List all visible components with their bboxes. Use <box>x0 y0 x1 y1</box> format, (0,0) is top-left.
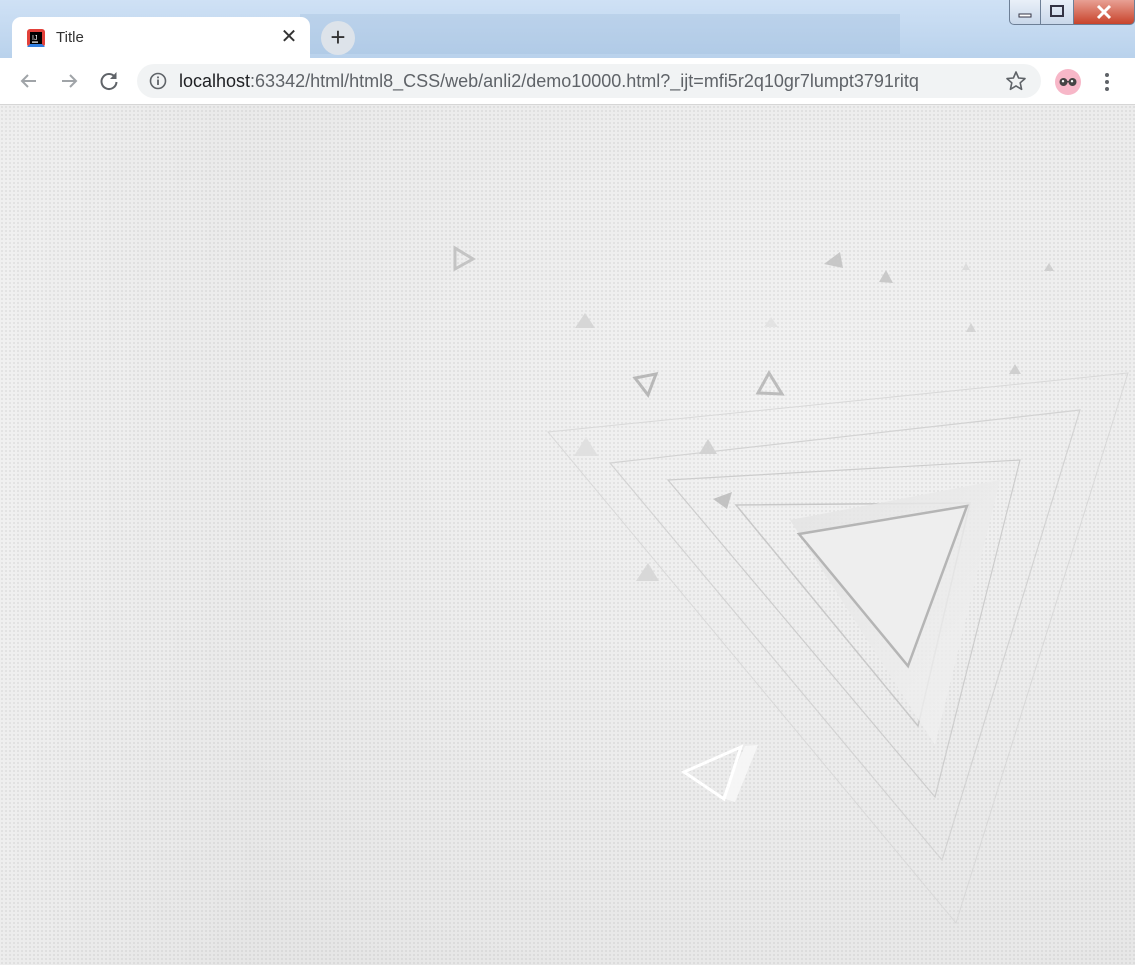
reload-icon[interactable] <box>94 66 124 96</box>
tab-title: Title <box>56 29 84 46</box>
tab-strip: IJ Title ✕ + <box>0 0 1135 58</box>
new-tab-button[interactable]: + <box>321 21 355 55</box>
intellij-icon: IJ <box>27 29 45 47</box>
small-triangle-2 <box>632 372 659 399</box>
small-triangle-13 <box>966 323 976 332</box>
small-triangle-6 <box>575 313 595 328</box>
small-triangle-12 <box>1009 364 1021 374</box>
url-text[interactable]: localhost:63342/html/html8_CSS/web/anli2… <box>179 71 919 92</box>
avatar[interactable] <box>1055 69 1081 95</box>
small-triangle-4 <box>824 252 843 268</box>
star-icon[interactable] <box>1005 70 1027 92</box>
minimize-button[interactable] <box>1009 0 1041 25</box>
url-path: :63342/html/html8_CSS/web/anli2/demo1000… <box>250 71 919 91</box>
tab-close-button[interactable]: ✕ <box>278 26 300 48</box>
close-window-button[interactable] <box>1073 0 1135 25</box>
page-viewport <box>0 105 1135 965</box>
close-icon <box>1096 4 1112 20</box>
background-window-blur <box>300 14 900 54</box>
small-triangle-10 <box>574 437 598 456</box>
address-bar[interactable]: localhost:63342/html/html8_CSS/web/anli2… <box>137 64 1041 98</box>
maximize-button[interactable] <box>1040 0 1074 25</box>
kebab-menu-icon[interactable] <box>1097 70 1117 94</box>
outer-triangle-1 <box>547 372 1129 925</box>
small-triangle-14 <box>962 263 970 270</box>
small-triangle-11 <box>1044 263 1054 271</box>
info-icon[interactable] <box>149 72 167 90</box>
browser-window: IJ Title ✕ + localhost:63342/html/html8_… <box>0 0 1135 965</box>
svg-text:IJ: IJ <box>32 35 37 42</box>
small-triangle-15 <box>764 317 778 327</box>
small-triangle-3 <box>755 370 785 396</box>
small-triangle-8 <box>713 492 732 509</box>
browser-toolbar: localhost:63342/html/html8_CSS/web/anli2… <box>0 58 1135 105</box>
small-triangle-5 <box>879 270 893 283</box>
url-host: localhost <box>179 71 251 91</box>
small-triangle-9 <box>636 563 659 581</box>
avatar-glasses-icon <box>1059 78 1077 86</box>
tab-active[interactable]: IJ Title ✕ <box>12 17 310 58</box>
arrow-left-icon[interactable] <box>14 66 44 96</box>
small-triangle-1 <box>453 245 476 272</box>
minimize-icon <box>1018 13 1032 18</box>
arrow-right-icon[interactable] <box>54 66 84 96</box>
maximize-icon <box>1050 5 1064 17</box>
small-triangle-7 <box>699 439 717 454</box>
outer-triangle-2 <box>608 409 1081 862</box>
triangle-decoration <box>453 245 1129 925</box>
